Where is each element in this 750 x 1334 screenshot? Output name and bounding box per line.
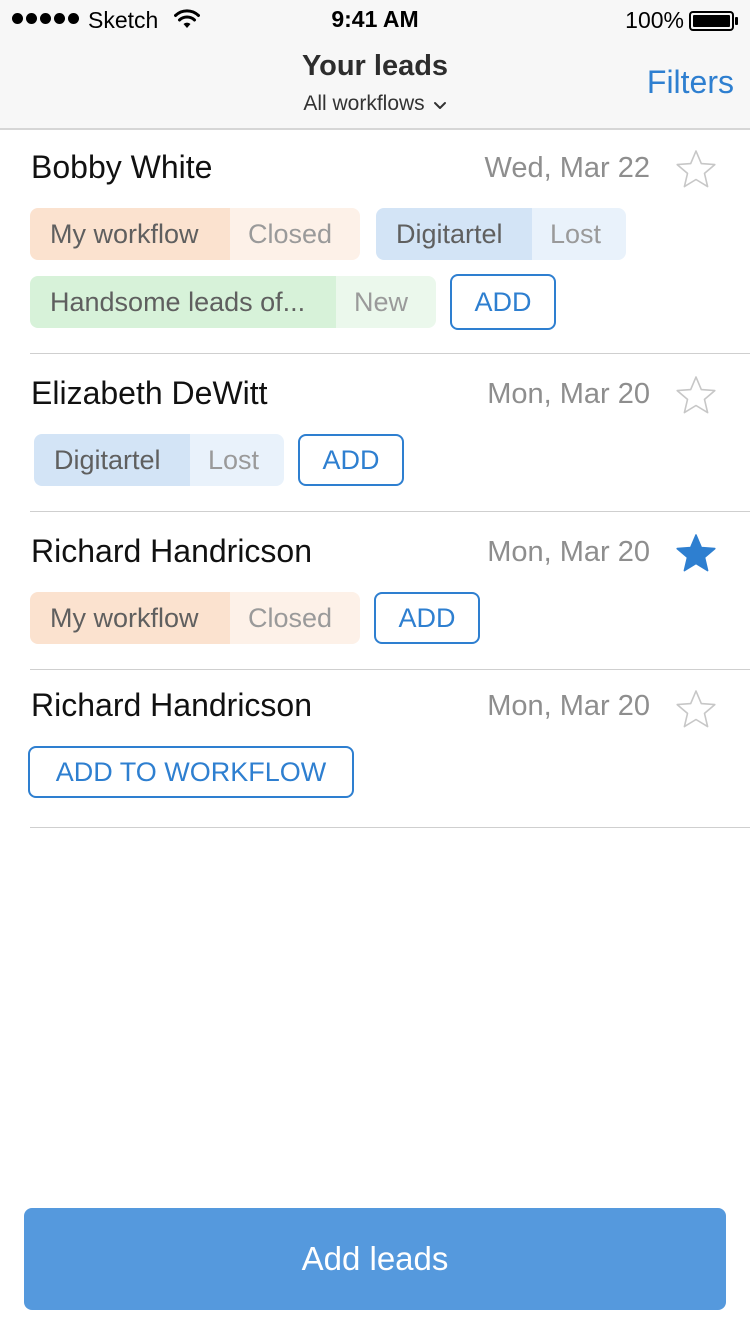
- battery-icon: [689, 11, 738, 31]
- workflow-tag-name: Digitartel: [34, 434, 190, 486]
- workflow-tag-status: Closed: [230, 592, 360, 644]
- add-workflow-button[interactable]: ADD: [298, 434, 404, 486]
- workflow-tag-name: My workflow: [30, 208, 230, 260]
- lead-list-item[interactable]: Richard Handricson Mon, Mar 20 My workfl…: [30, 512, 750, 670]
- lead-name: Richard Handricson: [31, 533, 313, 569]
- lead-list-item[interactable]: Elizabeth DeWitt Mon, Mar 20 Digitartel …: [30, 354, 750, 512]
- lead-date: Mon, Mar 20: [487, 378, 650, 410]
- filters-button[interactable]: Filters: [647, 64, 734, 101]
- add-leads-button[interactable]: Add leads: [24, 1208, 726, 1310]
- workflow-tag-name: My workflow: [30, 592, 230, 644]
- workflow-tag-status: New: [336, 276, 436, 328]
- star-outline-icon[interactable]: [676, 375, 716, 415]
- star-filled-icon[interactable]: [676, 533, 716, 573]
- lead-name: Elizabeth DeWitt: [31, 375, 268, 411]
- lead-date: Mon, Mar 20: [487, 690, 650, 722]
- lead-list-item[interactable]: Bobby White Wed, Mar 22 My workflow Clos…: [30, 128, 750, 354]
- battery-percent: 100%: [625, 7, 684, 33]
- add-to-workflow-button[interactable]: ADD TO WORKFLOW: [28, 746, 354, 798]
- lead-date: Mon, Mar 20: [487, 536, 650, 568]
- workflow-tag-name: Handsome leads of...: [30, 276, 336, 328]
- lead-name: Richard Handricson: [31, 687, 313, 723]
- status-bar: Sketch 9:41 AM 100%: [0, 0, 750, 40]
- workflow-selector-label: All workflows: [303, 92, 425, 115]
- workflow-tag-name: Digitartel: [376, 208, 532, 260]
- workflow-tag[interactable]: Digitartel Lost: [376, 208, 626, 260]
- add-workflow-button[interactable]: ADD: [450, 274, 556, 330]
- workflow-tag[interactable]: My workflow Closed: [30, 208, 360, 260]
- lead-name: Bobby White: [31, 149, 213, 185]
- workflow-tag[interactable]: Handsome leads of... New: [30, 276, 436, 328]
- lead-date: Wed, Mar 22: [484, 152, 650, 184]
- star-outline-icon[interactable]: [676, 149, 716, 189]
- chevron-down-icon: [433, 101, 446, 109]
- workflow-tag-status: Lost: [190, 434, 284, 486]
- page-title: Your leads: [301, 50, 449, 82]
- workflow-tag[interactable]: My workflow Closed: [30, 592, 360, 644]
- star-outline-icon[interactable]: [676, 689, 716, 729]
- navigation-bar: Your leads All workflows Filters: [0, 40, 750, 130]
- lead-list-item[interactable]: Richard Handricson Mon, Mar 20 ADD TO WO…: [28, 670, 750, 828]
- workflow-selector[interactable]: All workflows: [0, 92, 750, 116]
- workflow-tag[interactable]: Digitartel Lost: [34, 434, 284, 486]
- workflow-tag-status: Lost: [532, 208, 626, 260]
- add-workflow-button[interactable]: ADD: [374, 592, 480, 644]
- workflow-tag-status: Closed: [230, 208, 360, 260]
